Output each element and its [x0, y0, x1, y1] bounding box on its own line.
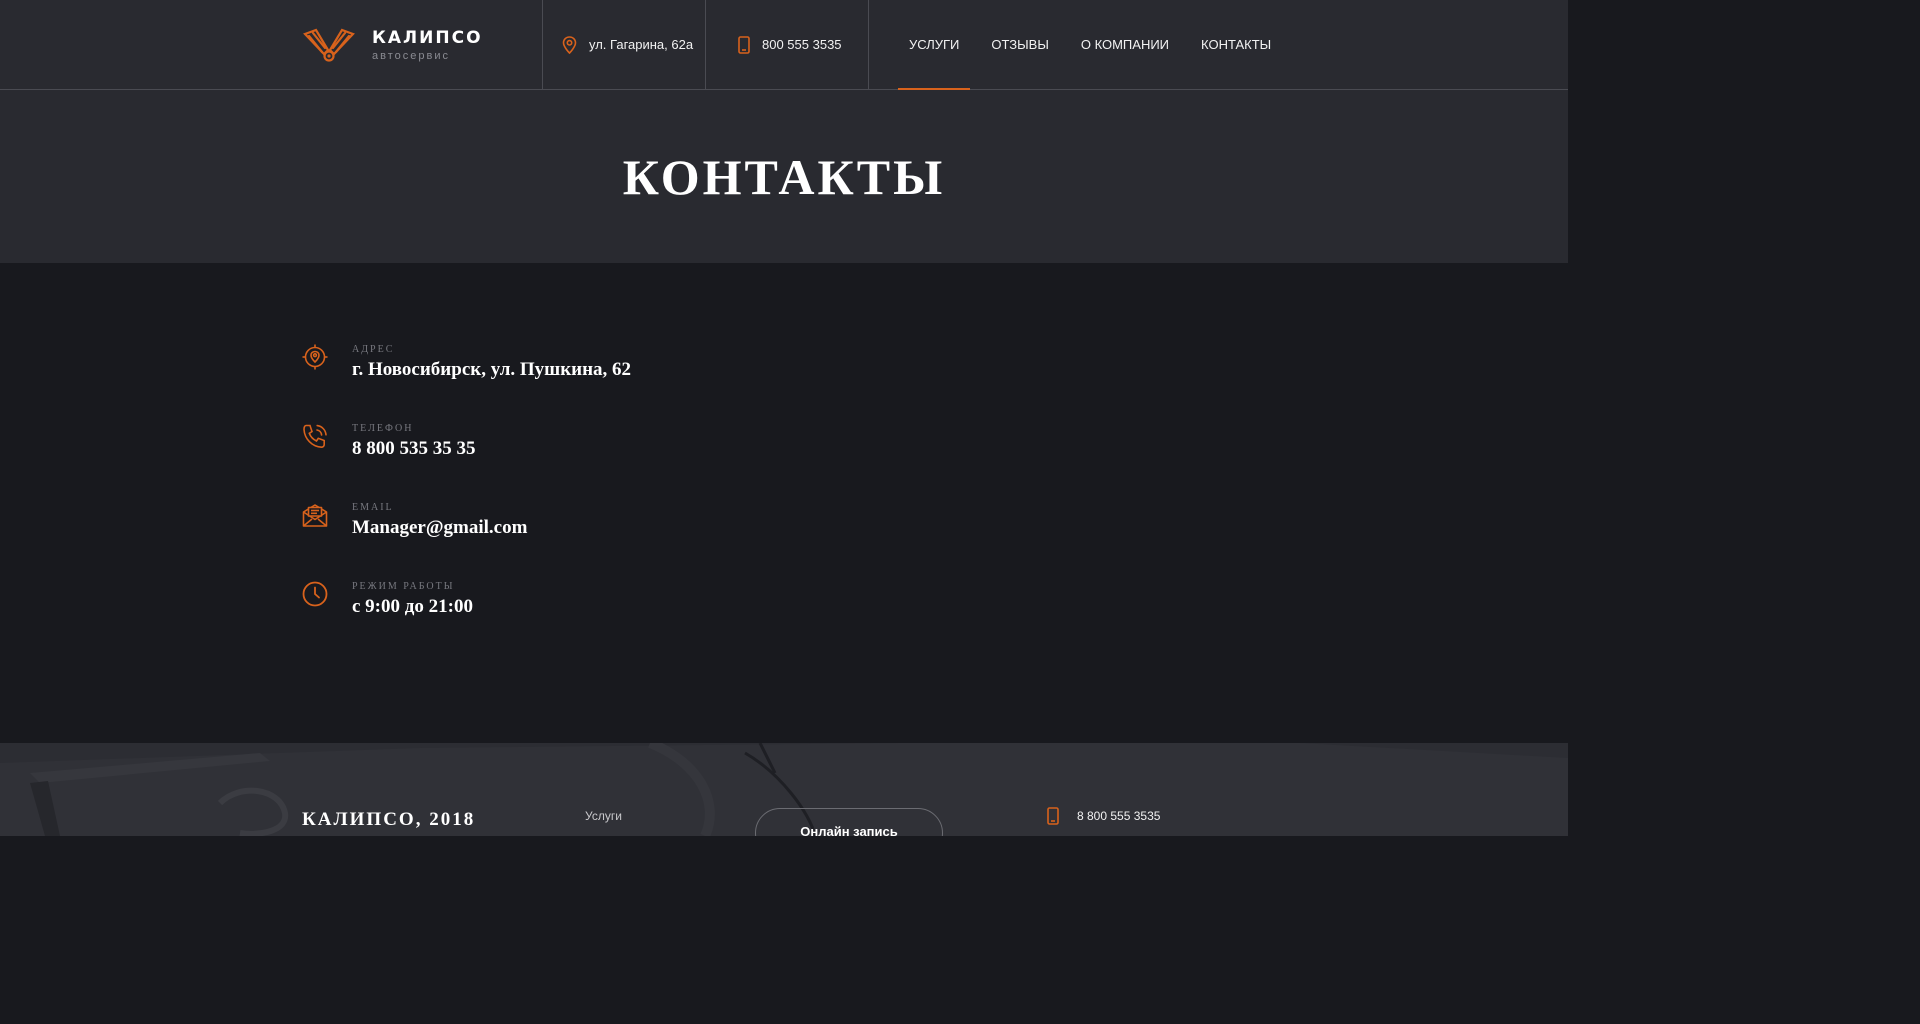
- location-target-icon: [302, 344, 328, 375]
- main-nav: УСЛУГИ ОТЗЫВЫ О КОМПАНИИ КОНТАКТЫ: [898, 0, 1292, 90]
- contacts-section: АДРЕС г. Новосибирск, ул. Пушкина, 62 ТЕ…: [0, 263, 1568, 743]
- engine-pistons-logo-icon: [303, 28, 355, 62]
- logo-subtitle: автосервис: [372, 50, 450, 62]
- smartphone-icon: [738, 35, 750, 54]
- nav-item-contacts[interactable]: КОНТАКТЫ: [1190, 0, 1282, 89]
- contact-value[interactable]: 8 800 535 35 35: [352, 438, 476, 460]
- footer-phone[interactable]: 8 800 555 3535: [1047, 807, 1160, 825]
- location-pin-icon: [562, 35, 577, 54]
- nav-item-about[interactable]: О КОМПАНИИ: [1070, 0, 1180, 89]
- header-address-text: ул. Гагарина, 62а: [589, 37, 694, 52]
- contact-label: АДРЕС: [352, 344, 395, 355]
- phone-ringing-icon: [302, 423, 328, 456]
- contact-value[interactable]: Manager@gmail.com: [352, 517, 527, 539]
- site-footer: КАЛИПСО, 2018 Услуги Онлайн запись 8 800…: [0, 743, 1568, 836]
- smartphone-icon: [1047, 807, 1059, 825]
- contact-value: г. Новосибирск, ул. Пушкина, 62: [352, 359, 632, 380]
- header-phone-text: 800 555 3535: [762, 37, 842, 52]
- nav-item-reviews[interactable]: ОТЗЫВЫ: [980, 0, 1059, 89]
- site-header: КАЛИПСО автосервис ул. Гагарина, 62а 800…: [0, 0, 1568, 90]
- footer-link-services[interactable]: Услуги: [585, 809, 622, 823]
- header-divider: [705, 0, 706, 89]
- contact-label: РЕЖИМ РАБОТЫ: [352, 581, 455, 592]
- header-divider: [542, 0, 543, 89]
- online-booking-button[interactable]: Онлайн запись: [755, 808, 943, 836]
- title-band: КОНТАКТЫ: [0, 90, 1568, 263]
- nav-item-services[interactable]: УСЛУГИ: [898, 0, 971, 90]
- footer-phone-text: 8 800 555 3535: [1077, 809, 1161, 823]
- clock-icon: [302, 581, 328, 612]
- header-phone[interactable]: 800 555 3535: [738, 0, 842, 89]
- logo-name: КАЛИПСО: [372, 28, 483, 48]
- header-divider: [868, 0, 869, 89]
- contact-value: с 9:00 до 21:00: [352, 596, 473, 617]
- logo[interactable]: КАЛИПСО автосервис: [302, 24, 502, 66]
- footer-brand: КАЛИПСО, 2018: [302, 809, 476, 830]
- page-title: КОНТАКТЫ: [622, 149, 946, 205]
- header-address: ул. Гагарина, 62а: [562, 0, 693, 89]
- contact-label: ТЕЛЕФОН: [352, 423, 414, 434]
- contact-label: EMAIL: [352, 502, 394, 513]
- envelope-icon: [302, 502, 328, 533]
